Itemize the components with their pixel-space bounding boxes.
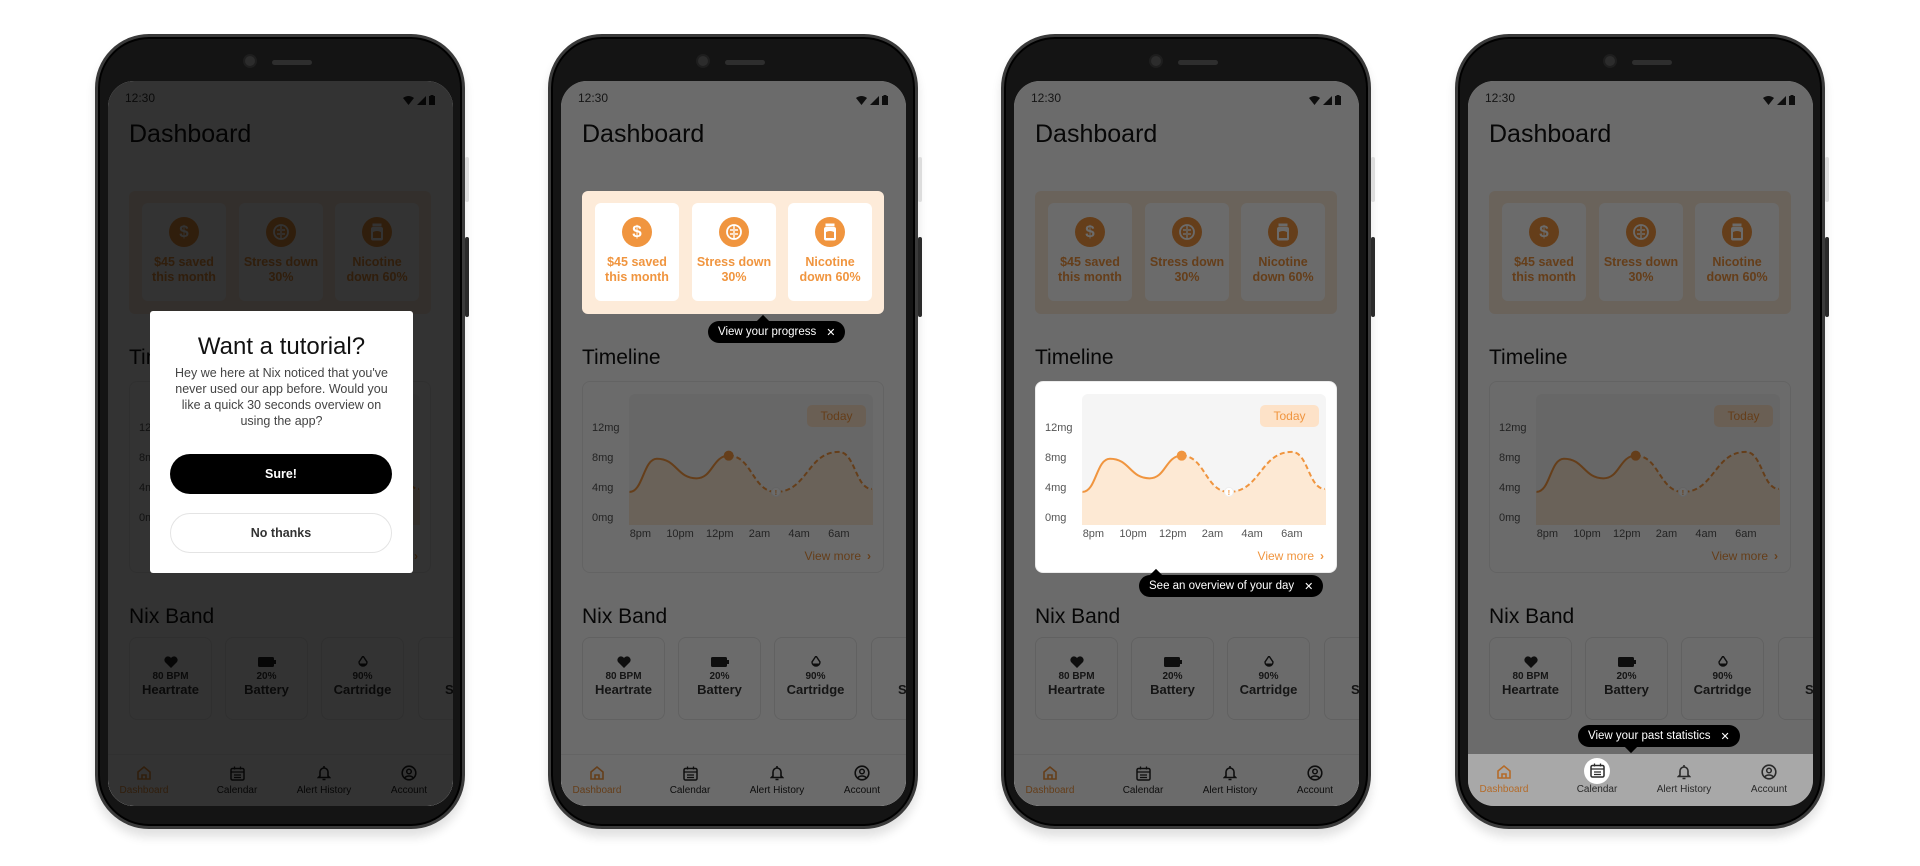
jar-icon <box>815 217 845 247</box>
front-camera <box>243 54 257 68</box>
volume-button[interactable] <box>1825 157 1829 202</box>
dim-overlay <box>1468 81 1813 806</box>
nav-label: Alert History <box>1656 784 1712 795</box>
tooltip-text: See an overview of your day <box>1149 580 1295 592</box>
nav-item-account[interactable]: Account <box>1729 762 1809 795</box>
onboarding-tooltip: View your past statistics ✕ <box>1578 725 1740 754</box>
timeline-card: ! 12mg 8mg 4mg 0mg 8pm 10pm 12pm 2am 4am 6am Today V… <box>1035 381 1337 573</box>
today-filter-button[interactable]: Today <box>1260 405 1319 427</box>
calendar-highlight-ring <box>1584 757 1610 784</box>
y-tick-label: 4mg <box>1045 481 1067 494</box>
phone-frame: 12:30Dashboard$$45 saved this monthStres… <box>1455 34 1829 829</box>
x-tick-label: 6am <box>1281 528 1303 540</box>
phone-screen: 12:30Dashboard$$45 saved this monthStres… <box>561 81 906 806</box>
dollar-icon: $ <box>622 217 652 247</box>
onboarding-tooltip: See an overview of your day ✕ <box>1139 568 1324 597</box>
volume-button[interactable] <box>918 157 922 202</box>
current-point-marker <box>1176 450 1187 461</box>
y-tick-label: 12mg <box>1045 421 1073 434</box>
volume-button[interactable] <box>465 157 469 202</box>
stat-card[interactable]: $ $45 saved this month <box>595 203 679 301</box>
x-tick-label: 12pm <box>1158 528 1187 540</box>
front-camera <box>1603 54 1617 68</box>
phone-screen: 12:30Dashboard$$45 saved this monthStres… <box>1468 81 1813 806</box>
x-tick-label: 8pm <box>1082 528 1105 540</box>
close-icon[interactable]: ✕ <box>826 326 835 339</box>
power-button[interactable] <box>1371 237 1375 317</box>
sure-button[interactable]: Sure! <box>170 454 392 494</box>
alert-point-label: ! <box>1228 490 1230 497</box>
volume-button[interactable] <box>1371 157 1375 202</box>
dim-overlay <box>561 81 906 806</box>
close-icon[interactable]: ✕ <box>1304 580 1313 593</box>
close-icon[interactable]: ✕ <box>1721 730 1730 743</box>
phone-screen: 12:30Dashboard$$45 saved this monthStres… <box>108 81 453 806</box>
progress-stats-panel: $ $45 saved this month Stress down 30% Nico… <box>582 191 884 314</box>
stat-card[interactable]: Stress down 30% <box>692 203 776 301</box>
power-button[interactable] <box>918 237 922 317</box>
view-more-link[interactable]: View more › <box>1258 549 1324 563</box>
stat-label: $45 saved this month <box>605 255 669 284</box>
tutorial-modal: Want a tutorial? Hey we here at Nix notic… <box>150 311 413 573</box>
view-more-label: View more <box>1257 549 1314 563</box>
phone-screen: 12:30Dashboard$$45 saved this monthStres… <box>1014 81 1359 806</box>
phone-frame: 12:30Dashboard$$45 saved this monthStres… <box>95 34 469 829</box>
calendar-icon <box>1557 757 1637 784</box>
nav-item-dashboard[interactable]: Dashboard <box>1468 762 1544 795</box>
earpiece-speaker <box>725 60 765 65</box>
x-tick-label: 10pm <box>1119 528 1147 540</box>
chevron-right-icon: › <box>1320 549 1324 563</box>
y-tick-label: 0mg <box>1045 512 1067 525</box>
y-tick-label: 8mg <box>1045 451 1067 464</box>
modal-body: Hey we here at Nix noticed that you've n… <box>175 366 388 428</box>
timeline-chart: ! <box>1082 394 1326 525</box>
onboarding-tooltip: View your progress ✕ <box>708 314 846 343</box>
earpiece-speaker <box>272 60 312 65</box>
front-camera <box>1149 54 1163 68</box>
phone-frame: 12:30Dashboard$$45 saved this monthStres… <box>548 34 922 829</box>
x-tick-label: 4am <box>1241 528 1263 540</box>
stat-label: Nicotine down 60% <box>799 255 861 284</box>
tooltip-text: View your progress <box>718 326 817 338</box>
earpiece-speaker <box>1178 60 1218 65</box>
stat-label: Stress down 30% <box>696 255 772 284</box>
nav-label: Account <box>1750 784 1788 795</box>
power-button[interactable] <box>465 237 469 317</box>
x-tick-label: 2am <box>1201 528 1224 540</box>
earpiece-speaker <box>1632 60 1672 65</box>
tooltip-text: View your past statistics <box>1588 730 1711 742</box>
front-camera <box>696 54 710 68</box>
no-thanks-button[interactable]: No thanks <box>170 513 392 553</box>
nav-label: Calendar <box>1576 784 1618 795</box>
stat-card[interactable]: Nicotine down 60% <box>788 203 872 301</box>
account-icon <box>1729 762 1809 782</box>
modal-title: Want a tutorial? <box>197 333 366 360</box>
bell-icon <box>1644 762 1724 782</box>
nav-label: Dashboard <box>1479 784 1529 795</box>
power-button[interactable] <box>1825 237 1829 317</box>
phone-frame: 12:30Dashboard$$45 saved this monthStres… <box>1001 34 1375 829</box>
home-icon <box>1468 762 1544 782</box>
nav-item-calendar[interactable]: Calendar <box>1557 757 1637 795</box>
bottom-nav: Dashboard Calendar Alert History Account <box>1468 754 1813 806</box>
nav-item-alert-history[interactable]: Alert History <box>1644 762 1724 795</box>
brain-icon <box>719 217 749 247</box>
